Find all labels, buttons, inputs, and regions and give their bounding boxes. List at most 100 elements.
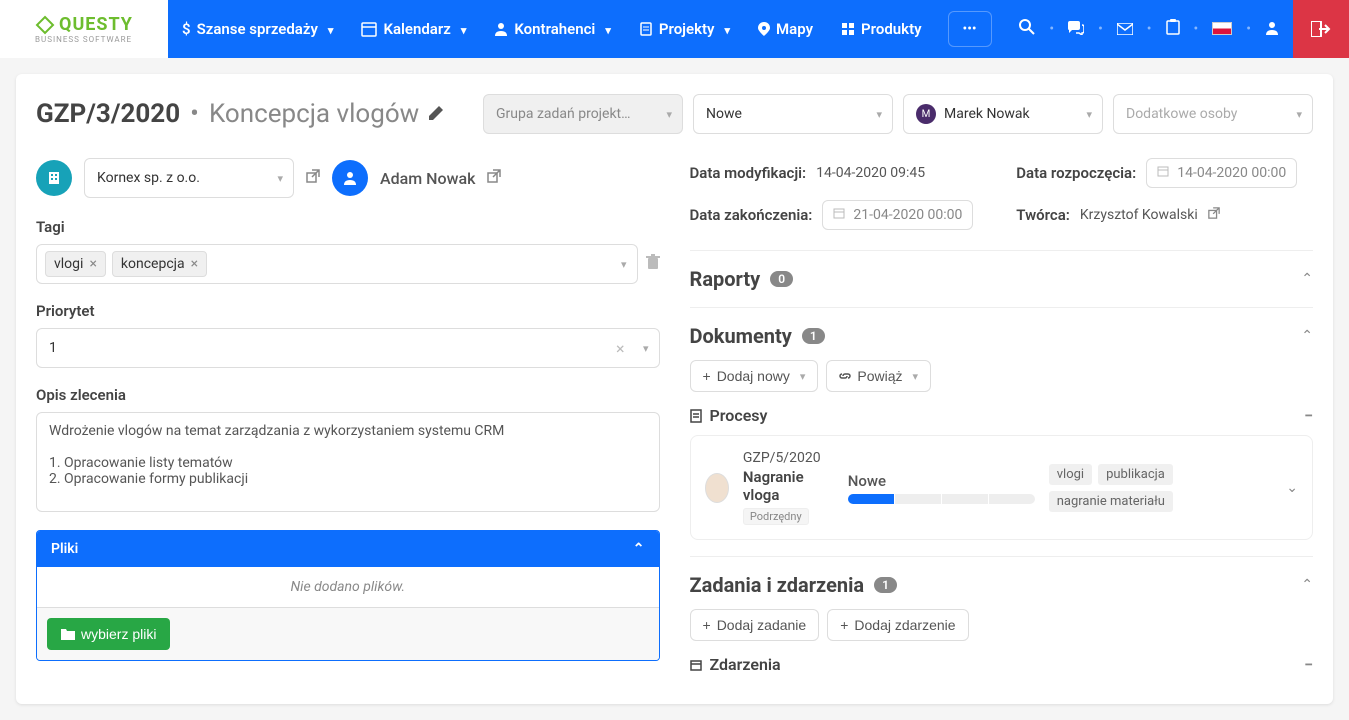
logo-text: QUESTY — [35, 14, 133, 35]
process-card[interactable]: GZP/5/2020 Nagranie vloga Podrzędny Nowe — [690, 435, 1314, 540]
external-link-company[interactable] — [306, 169, 320, 187]
start-date-input[interactable]: 14-04-2020 00:00 — [1146, 158, 1297, 188]
tasks-icon[interactable] — [1166, 19, 1180, 39]
add-event-button[interactable]: +Dodaj zdarzenie — [827, 609, 968, 641]
external-link-contact[interactable] — [487, 169, 501, 187]
add-task-button[interactable]: +Dodaj zadanie — [690, 609, 820, 641]
ellipsis-icon: ••• — [962, 21, 976, 37]
chevron-up-icon: ⌃ — [1301, 577, 1313, 593]
logo-subtitle: BUSINESS SOFTWARE — [35, 35, 133, 44]
files-panel-header[interactable]: Pliki ⌃ — [37, 531, 659, 567]
chevron-down-icon[interactable]: ⌄ — [1286, 480, 1298, 496]
avatar: M — [916, 104, 936, 124]
calendar-icon — [1157, 165, 1169, 181]
pin-icon — [758, 22, 770, 36]
chevron-down-icon — [721, 20, 731, 38]
group-select[interactable]: Grupa zadań projekt… ▾ — [483, 94, 683, 134]
external-link-icon — [1208, 207, 1220, 219]
mail-icon[interactable] — [1117, 20, 1133, 39]
nav-items: $Szanse sprzedaży Kalendarz Kontrahenci … — [168, 0, 1019, 58]
chevron-down-icon — [601, 20, 611, 38]
language-flag[interactable] — [1212, 20, 1232, 39]
pencil-icon — [429, 106, 443, 120]
link-icon — [839, 370, 851, 382]
tag-remove[interactable]: × — [191, 256, 198, 272]
plus-icon: + — [840, 617, 848, 633]
page-code: GZP/3/2020 — [36, 99, 180, 129]
calendar-icon — [833, 207, 845, 223]
end-date-label: Data zakończenia: — [690, 206, 813, 224]
logout-button[interactable] — [1293, 0, 1349, 58]
chevron-down-icon: ▾ — [800, 370, 806, 383]
chevron-down-icon: ▾ — [913, 370, 919, 383]
plus-icon: + — [703, 368, 711, 384]
nav-products[interactable]: Produkty — [827, 0, 936, 58]
files-panel: Pliki ⌃ Nie dodano plików. wybierz pliki — [36, 530, 660, 661]
page-title: Koncepcja vlogów — [209, 99, 419, 129]
nav-contractors[interactable]: Kontrahenci — [480, 0, 625, 58]
nav-maps[interactable]: Mapy — [744, 0, 827, 58]
trash-icon — [646, 254, 660, 270]
choose-files-button[interactable]: wybierz pliki — [47, 618, 170, 650]
chevron-up-icon: ⌃ — [633, 541, 645, 557]
company-select[interactable]: Kornex sp. z o.o. ▾ — [84, 158, 294, 198]
chevron-down-icon: ▾ — [643, 342, 649, 355]
nav-calendar[interactable]: Kalendarz — [347, 0, 480, 58]
chat-icon[interactable] — [1068, 20, 1084, 39]
nav-projects[interactable]: Projekty — [625, 0, 744, 58]
tasks-count-badge: 1 — [874, 577, 897, 593]
process-tag: vlogi — [1049, 464, 1092, 485]
tasks-section-header[interactable]: Zadania i zdarzenia 1 ⌃ — [690, 573, 1314, 597]
dollar-icon: $ — [182, 20, 191, 38]
chevron-down-icon — [324, 20, 334, 38]
description-textarea[interactable]: Wdrożenie vlogów na temat zarządzania z … — [36, 412, 660, 512]
folder-icon — [61, 628, 75, 640]
process-name: Nagranie vloga — [743, 468, 824, 504]
process-tag: publikacja — [1098, 464, 1173, 485]
link-document-button[interactable]: Powiąż▾ — [826, 360, 931, 392]
extra-people-select[interactable]: Dodatkowe osoby ▾ — [1113, 94, 1313, 134]
modification-date-label: Data modyfikacji: — [690, 164, 807, 182]
contact-icon — [332, 160, 368, 196]
chevron-down-icon: ▾ — [1086, 108, 1092, 121]
document-icon — [690, 409, 702, 423]
logo[interactable]: QUESTY BUSINESS SOFTWARE — [0, 0, 168, 58]
reports-section-header[interactable]: Raporty 0 ⌃ — [690, 267, 1314, 291]
process-avatar — [705, 473, 729, 503]
contact-name: Adam Nowak — [380, 169, 475, 188]
end-date-input[interactable]: 21-04-2020 00:00 — [822, 200, 973, 230]
delete-tags-button[interactable] — [646, 254, 660, 274]
description-label: Opis zlecenia — [36, 386, 660, 404]
priority-select[interactable]: 1 × ▾ — [36, 328, 660, 368]
edit-title-button[interactable] — [429, 105, 443, 124]
search-icon[interactable] — [1019, 19, 1035, 39]
plus-icon: + — [703, 617, 711, 633]
creator-label: Twórca: — [1016, 206, 1070, 224]
nav-more-button[interactable]: ••• — [948, 11, 992, 47]
processes-title: Procesy — [710, 406, 768, 425]
grid-icon — [841, 22, 855, 36]
chevron-down-icon: ▾ — [876, 108, 882, 121]
creator-value: Krzysztof Kowalski — [1080, 207, 1198, 223]
process-code: GZP/5/2020 — [743, 450, 824, 466]
assignee-select[interactable]: M Marek Nowak ▾ — [903, 94, 1103, 134]
tags-input[interactable]: vlogi× koncepcja× ▾ — [36, 244, 638, 284]
external-link-creator[interactable] — [1208, 207, 1220, 223]
chevron-down-icon: ▾ — [621, 258, 627, 271]
documents-section-header[interactable]: Dokumenty 1 ⌃ — [690, 324, 1314, 348]
chevron-up-icon: ⌃ — [1301, 328, 1313, 344]
calendar-icon — [690, 659, 702, 671]
priority-label: Priorytet — [36, 302, 660, 320]
chevron-up-icon: ⌃ — [1301, 271, 1313, 287]
flag-pl-icon — [1212, 22, 1232, 35]
status-select[interactable]: Nowe ▾ — [693, 94, 893, 134]
user-icon[interactable] — [1265, 20, 1279, 39]
tag-chip: vlogi× — [45, 251, 106, 277]
clear-priority[interactable]: × — [616, 339, 625, 358]
nav-sales[interactable]: $Szanse sprzedaży — [168, 0, 347, 58]
collapse-processes[interactable]: − — [1304, 406, 1313, 425]
add-new-document-button[interactable]: +Dodaj nowy▾ — [690, 360, 819, 392]
documents-count-badge: 1 — [802, 328, 825, 344]
collapse-events[interactable]: − — [1304, 655, 1313, 674]
tag-remove[interactable]: × — [89, 256, 96, 272]
